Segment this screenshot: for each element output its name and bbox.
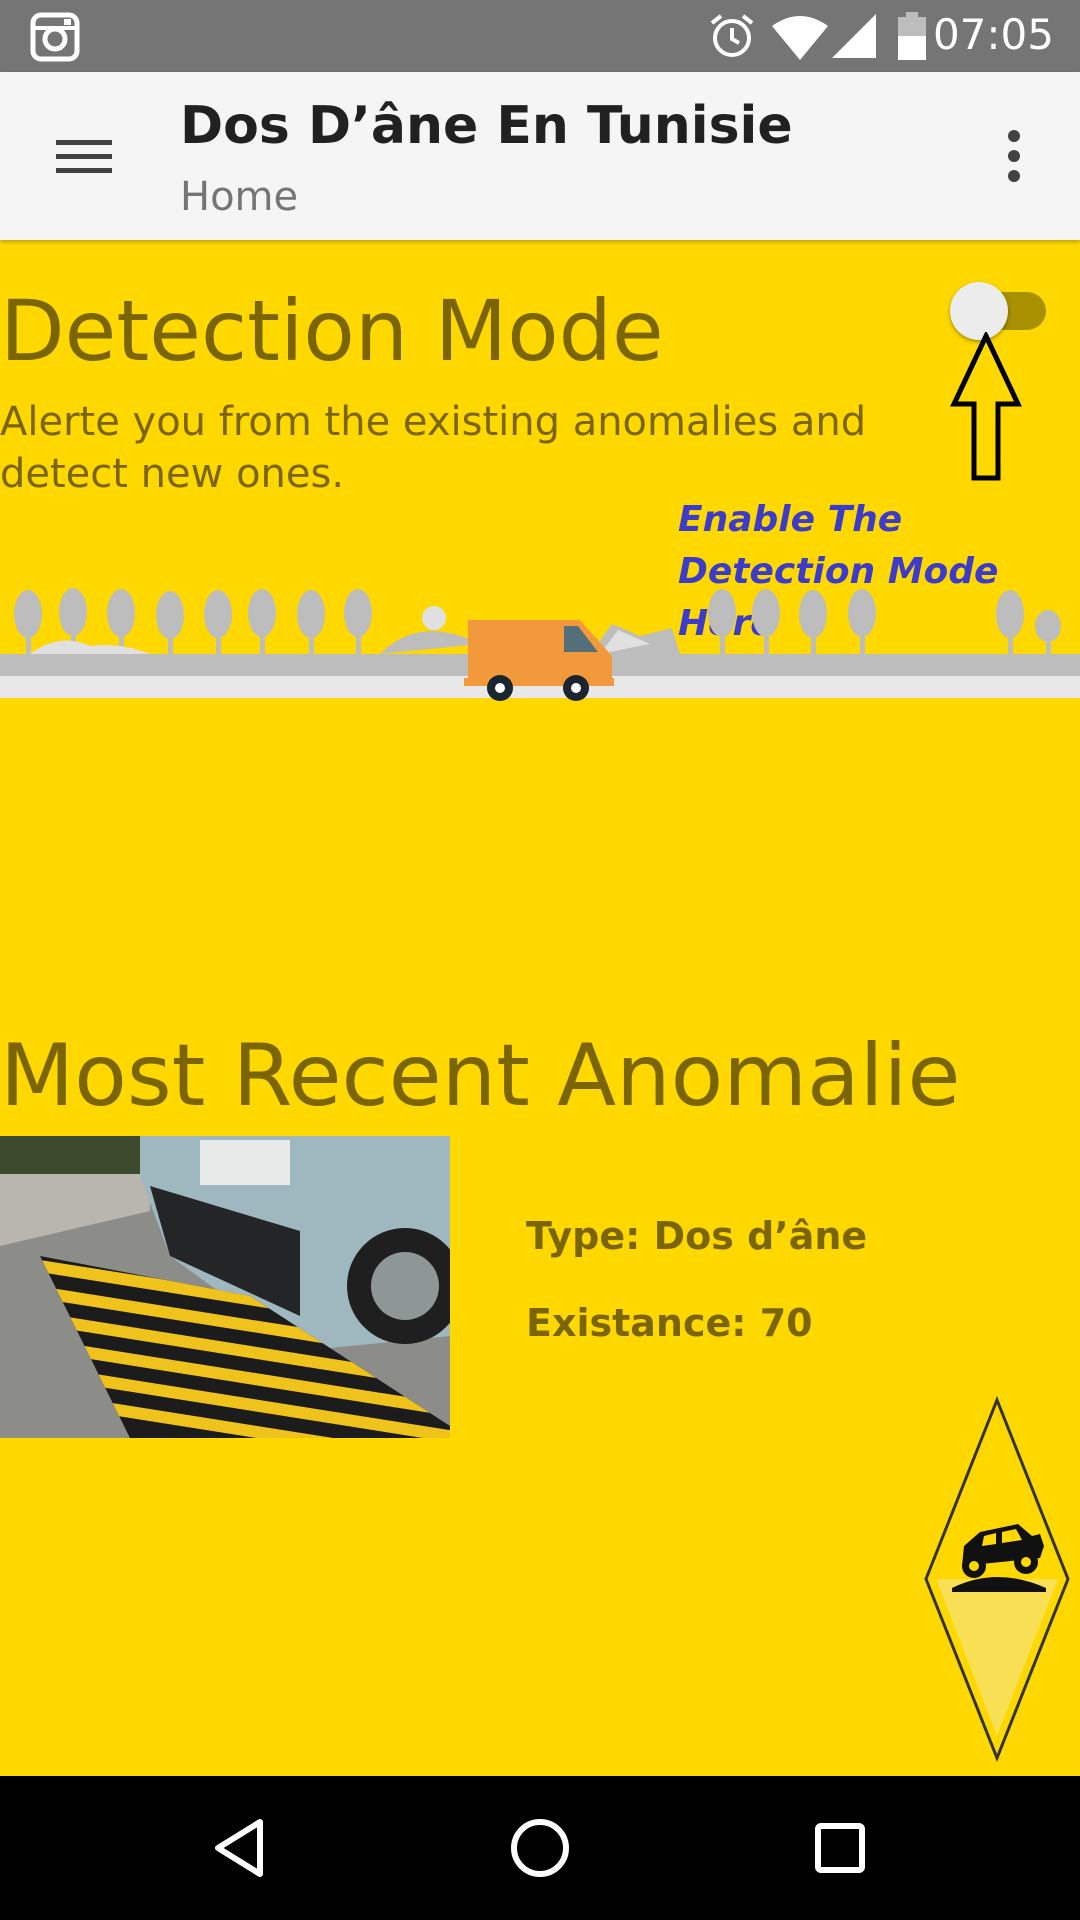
signal-icon bbox=[832, 14, 876, 58]
navigation-bar bbox=[0, 1776, 1080, 1920]
speed-bump-photo bbox=[0, 1136, 450, 1438]
more-vert-icon bbox=[1008, 130, 1020, 182]
app-bar: Dos D’âne En Tunisie Home bbox=[0, 72, 1080, 240]
bump-warning-sign-icon bbox=[924, 1396, 1070, 1762]
wifi-icon bbox=[772, 16, 828, 60]
home-button[interactable] bbox=[490, 1798, 590, 1898]
road-scene-illustration bbox=[0, 588, 1080, 701]
clock: 07:05 bbox=[932, 10, 1054, 59]
menu-button[interactable] bbox=[40, 116, 120, 196]
recents-button[interactable] bbox=[790, 1798, 890, 1898]
detection-mode-title: Detection Mode bbox=[0, 282, 664, 380]
back-button[interactable] bbox=[190, 1798, 290, 1898]
up-arrow-icon bbox=[950, 332, 1022, 481]
anomaly-type: Type: Dos d’âne bbox=[526, 1214, 868, 1258]
status-bar: 07:05 bbox=[0, 0, 1080, 72]
anomaly-existance: Existance: 70 bbox=[526, 1301, 813, 1345]
app-title: Dos D’âne En Tunisie bbox=[180, 96, 793, 156]
back-icon bbox=[215, 1819, 263, 1877]
detection-mode-description: Alerte you from the existing anomalies a… bbox=[0, 399, 867, 497]
home-icon bbox=[511, 1819, 569, 1877]
more-options-button[interactable] bbox=[980, 116, 1048, 196]
menu-icon bbox=[56, 140, 112, 173]
app-subtitle: Home bbox=[180, 174, 299, 220]
battery-icon bbox=[898, 12, 926, 60]
recents-icon bbox=[815, 1823, 865, 1873]
most-recent-anomaly-title: Most Recent Anomalie bbox=[0, 1026, 961, 1126]
alarm-icon bbox=[710, 14, 754, 57]
instagram-icon bbox=[30, 12, 80, 62]
